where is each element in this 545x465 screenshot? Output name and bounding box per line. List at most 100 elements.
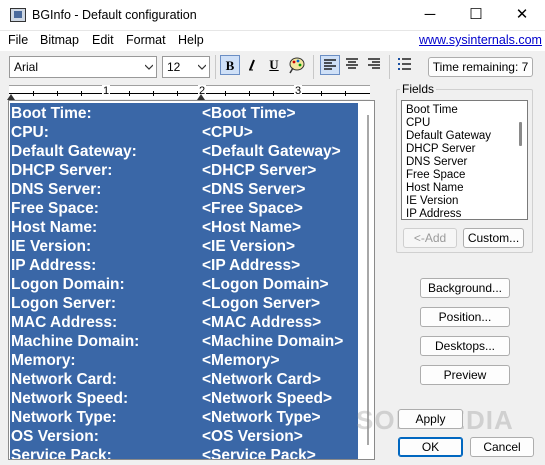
template-row-label: OS Version:	[11, 428, 99, 445]
ruler-tick	[225, 91, 226, 96]
font-name-dropdown[interactable]: Arial	[9, 56, 157, 78]
bullets-button[interactable]	[395, 55, 415, 75]
ruler-tick	[129, 91, 130, 96]
template-row-label: Boot Time:	[11, 105, 92, 122]
custom-field-button[interactable]: Custom...	[463, 228, 524, 248]
template-row-field: <Network Type>	[202, 409, 321, 426]
template-row-label: IP Address:	[11, 257, 97, 274]
bold-button[interactable]: B	[220, 55, 240, 75]
menu-format[interactable]: Format	[126, 33, 166, 47]
sysinternals-link[interactable]: www.sysinternals.com	[419, 33, 542, 47]
menu-file[interactable]: File	[8, 33, 28, 47]
fields-list[interactable]: Boot Time CPU Default Gateway DHCP Server DN…	[401, 100, 528, 220]
ruler-tick	[81, 91, 82, 96]
ruler-tick	[345, 91, 346, 96]
ok-button[interactable]: OK	[398, 437, 463, 457]
ruler-tick	[33, 91, 34, 96]
underline-button[interactable]: U	[264, 55, 284, 75]
field-list-item[interactable]: Boot Time	[406, 104, 458, 117]
fields-list-scrollbar[interactable]	[519, 122, 522, 146]
template-row-label: MAC Address:	[11, 314, 118, 331]
add-field-button[interactable]: <-Add	[403, 228, 457, 248]
template-row-label: DHCP Server:	[11, 162, 113, 179]
toolbar-separator	[215, 55, 216, 79]
field-list-item[interactable]: Default Gateway	[406, 130, 491, 143]
align-right-button[interactable]	[364, 55, 384, 75]
ruler-tick	[249, 91, 250, 96]
toolbar-separator	[313, 55, 314, 79]
ruler-tick	[177, 91, 178, 96]
field-list-item[interactable]: DNS Server	[406, 156, 467, 169]
close-button[interactable]: ✕	[499, 0, 545, 30]
field-list-item[interactable]: IP Address	[406, 208, 461, 219]
fields-legend: Fields	[400, 82, 437, 96]
position-button[interactable]: Position...	[420, 307, 510, 327]
ruler-tick	[273, 91, 274, 96]
template-row-field: <Boot Time>	[202, 105, 296, 122]
template-editor[interactable]: Boot Time: <Boot Time> CPU: <CPU> Default Ga…	[8, 100, 375, 460]
bginfo-app-icon	[10, 8, 26, 22]
color-palette-icon	[289, 57, 305, 74]
template-row-field: <Machine Domain>	[202, 333, 344, 350]
template-row-label: Machine Domain:	[11, 333, 140, 350]
maximize-button[interactable]: ☐	[453, 0, 499, 30]
template-row-field: <Service Pack>	[202, 447, 316, 460]
template-row-label: CPU:	[11, 124, 49, 141]
menu-help[interactable]: Help	[178, 33, 204, 47]
field-list-item[interactable]: DHCP Server	[406, 143, 475, 156]
template-row-label: Network Type:	[11, 409, 117, 426]
ruler-line	[9, 93, 370, 94]
background-button[interactable]: Background...	[420, 278, 510, 298]
template-row-field: <Host Name>	[202, 219, 302, 236]
template-row-label: Free Space:	[11, 200, 99, 217]
ruler-tick	[153, 91, 154, 96]
color-button[interactable]	[287, 55, 307, 75]
title-bar: BGInfo - Default configuration ─ ☐ ✕	[0, 0, 545, 31]
toolbar-separator	[389, 55, 390, 79]
template-row-field: <CPU>	[202, 124, 253, 141]
field-list-item[interactable]: CPU	[406, 117, 430, 130]
template-row-label: IE Version:	[11, 238, 92, 255]
template-row-field: <Logon Domain>	[202, 276, 329, 293]
template-row-field: <DHCP Server>	[202, 162, 317, 179]
ruler-number: 1	[102, 85, 111, 97]
template-row-field: <OS Version>	[202, 428, 303, 445]
editor-scrollbar[interactable]	[367, 115, 369, 445]
template-row-label: Logon Server:	[11, 295, 117, 312]
italic-button[interactable]	[242, 55, 262, 75]
chevron-down-icon	[145, 64, 153, 70]
field-list-item[interactable]: Free Space	[406, 169, 465, 182]
template-row-field: <Network Speed>	[202, 390, 333, 407]
bullet-list-icon	[398, 58, 411, 70]
apply-button[interactable]: Apply	[398, 409, 463, 429]
ruler-tick	[321, 91, 322, 96]
align-left-button[interactable]	[320, 55, 340, 75]
menu-edit[interactable]: Edit	[92, 33, 114, 47]
font-name-value: Arial	[14, 60, 39, 74]
menu-bitmap[interactable]: Bitmap	[40, 33, 79, 47]
desktops-button[interactable]: Desktops...	[420, 336, 510, 356]
template-row-label: DNS Server:	[11, 181, 102, 198]
cancel-button[interactable]: Cancel	[470, 437, 534, 457]
time-remaining-button[interactable]: Time remaining: 7	[428, 57, 533, 77]
template-row-label: Host Name:	[11, 219, 98, 236]
template-row-field: <Network Card>	[202, 371, 321, 388]
ruler-number: 3	[294, 85, 303, 97]
field-list-item[interactable]: IE Version	[406, 195, 458, 208]
font-size-dropdown[interactable]: 12	[162, 56, 210, 78]
minimize-button[interactable]: ─	[407, 0, 453, 30]
template-row-label: Service Pack:	[11, 447, 112, 460]
template-row-field: <DNS Server>	[202, 181, 306, 198]
preview-button[interactable]: Preview	[420, 365, 510, 385]
template-row-field: <Default Gateway>	[202, 143, 341, 160]
template-row-label: Memory:	[11, 352, 76, 369]
template-row-field: <MAC Address>	[202, 314, 322, 331]
chevron-down-icon	[198, 64, 206, 70]
align-center-button[interactable]	[342, 55, 362, 75]
template-row-field: <Logon Server>	[202, 295, 321, 312]
template-row-label: Default Gateway:	[11, 143, 137, 160]
field-list-item[interactable]: Host Name	[406, 182, 464, 195]
template-row-field: <Free Space>	[202, 200, 303, 217]
align-right-icon	[368, 58, 380, 69]
template-row-label: Network Speed:	[11, 390, 129, 407]
